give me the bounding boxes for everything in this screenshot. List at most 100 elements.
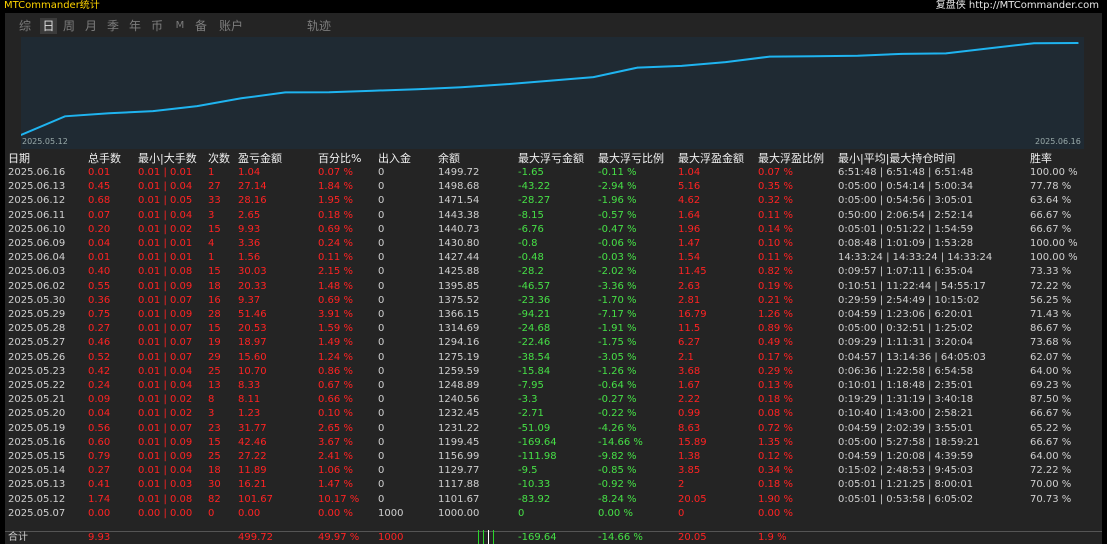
table-row[interactable]: 2025.05.13 0.41 0.01 | 0.03 30 16.21 1.47 % 0 1… [5, 478, 1102, 492]
cell-min-max-lots: 0.01 | 0.04 [138, 365, 193, 377]
col-header-hold-time[interactable]: 最小|平均|最大持仓时间 [838, 152, 955, 166]
total-max-float-profit-pct: 1.9 % [758, 532, 787, 543]
table-row[interactable]: 2025.05.15 0.79 0.01 | 0.09 25 27.22 2.41 % 0 1… [5, 450, 1102, 464]
table-row[interactable]: 2025.05.07 0.00 0.00 | 0.00 0 0.00 0.00 % 1000… [5, 507, 1102, 521]
table-row[interactable]: 2025.05.19 0.56 0.01 | 0.07 23 31.77 2.65 % 0 1… [5, 422, 1102, 436]
cell-max-float-profit-pct: 0.11 % [758, 209, 793, 221]
col-header-pnl[interactable]: 盈亏金额 [238, 152, 282, 166]
table-row[interactable]: 2025.05.14 0.27 0.01 | 0.04 18 11.89 1.06 % 0 1… [5, 464, 1102, 478]
table-row[interactable]: 2025.05.30 0.36 0.01 | 0.07 16 9.37 0.69 % 0 13… [5, 294, 1102, 308]
col-header-win-rate[interactable]: 胜率 [1030, 152, 1052, 166]
cell-max-float-profit-pct: 0.17 % [758, 351, 793, 363]
tab-month[interactable]: 月 [84, 18, 98, 34]
cell-deposit: 0 [378, 195, 385, 207]
table-row[interactable]: 2025.05.28 0.27 0.01 | 0.07 15 20.53 1.59 % 0 1… [5, 322, 1102, 336]
cell-max-float-loss-pct: -1.75 % [598, 337, 637, 349]
tab-trace[interactable]: 轨迹 [306, 18, 332, 34]
cell-min-max-lots: 0.01 | 0.09 [138, 280, 193, 292]
tab-day[interactable]: 日 [40, 18, 57, 34]
table-row[interactable]: 2025.05.12 1.74 0.01 | 0.08 82 101.67 10.17 %… [5, 493, 1102, 507]
cell-pnl: 28.16 [238, 195, 267, 207]
table-row[interactable]: 2025.06.16 0.01 0.01 | 0.01 1 1.04 0.07 % 0 149… [5, 166, 1102, 180]
table-row[interactable]: 2025.06.04 0.01 0.01 | 0.01 1 1.56 0.11 % 0 142… [5, 251, 1102, 265]
cell-count: 18 [208, 280, 221, 292]
cell-max-float-profit: 3.68 [678, 365, 701, 377]
tab-week[interactable]: 周 [62, 18, 76, 34]
cell-win-rate: 63.64 % [1030, 195, 1072, 207]
cell-max-float-loss: -169.64 [518, 436, 557, 448]
cell-hold-time: 0:10:51 | 11:22:44 | 54:55:17 [838, 280, 986, 292]
table-row[interactable]: 2025.05.29 0.75 0.01 | 0.09 28 51.46 3.91 % 0 1… [5, 308, 1102, 322]
cell-hold-time: 0:04:59 | 2:02:39 | 3:55:01 [838, 422, 974, 434]
tab-account[interactable]: 账户 [218, 18, 244, 34]
cell-pct: 3.67 % [318, 436, 353, 448]
table-row[interactable]: 2025.05.27 0.46 0.01 | 0.07 19 18.97 1.49 % 0 1… [5, 336, 1102, 350]
table-row[interactable]: 2025.06.03 0.40 0.01 | 0.08 15 30.03 2.15 % 0 1… [5, 265, 1102, 279]
tab-overview[interactable]: 综 [18, 18, 32, 34]
cell-count: 1 [208, 167, 215, 178]
cell-max-float-loss: -83.92 [518, 493, 551, 505]
copyright-link[interactable]: 复盘侠 http://MTCommander.com [936, 0, 1099, 12]
cell-max-float-loss-pct: -1.70 % [598, 294, 637, 306]
table-row[interactable]: 2025.05.21 0.09 0.01 | 0.02 8 8.11 0.66 % 0 124… [5, 393, 1102, 407]
cell-win-rate: 66.67 % [1030, 209, 1072, 221]
cell-pnl: 101.67 [238, 493, 273, 505]
total-max-float-loss-pct: -14.66 % [598, 532, 643, 543]
cell-balance: 1471.54 [438, 195, 480, 207]
table-row[interactable]: 2025.06.10 0.20 0.01 | 0.02 15 9.93 0.69 % 0 14… [5, 223, 1102, 237]
table-row[interactable]: 2025.05.16 0.60 0.01 | 0.09 15 42.46 3.67 % 0 1… [5, 436, 1102, 450]
cell-count: 8 [208, 394, 215, 406]
cell-min-max-lots: 0.01 | 0.09 [138, 309, 193, 320]
cell-max-float-profit: 1.64 [678, 209, 701, 221]
col-header-max-float-loss[interactable]: 最大浮亏金额 [518, 152, 584, 166]
equity-point [416, 88, 419, 90]
col-header-count[interactable]: 次数 [208, 152, 230, 166]
cell-count: 29 [208, 351, 221, 363]
table-row[interactable]: 2025.05.23 0.42 0.01 | 0.04 25 10.70 0.86 % 0 1… [5, 365, 1102, 379]
cell-date: 2025.06.11 [8, 209, 66, 221]
cell-max-float-loss-pct: -2.94 % [598, 181, 637, 193]
cell-total-lots: 0.42 [88, 365, 111, 377]
cell-date: 2025.05.15 [8, 451, 66, 462]
col-header-balance[interactable]: 余额 [438, 152, 460, 166]
cell-max-float-profit-pct: 0.82 % [758, 266, 793, 278]
col-header-pct[interactable]: 百分比% [318, 152, 361, 166]
tab-magic[interactable]: M [174, 18, 186, 34]
cell-hold-time: 0:29:59 | 2:54:49 | 10:15:02 [838, 294, 980, 306]
tab-year[interactable]: 年 [128, 18, 142, 34]
cell-pnl: 27.22 [238, 451, 267, 462]
cell-max-float-profit: 4.62 [678, 195, 701, 207]
cell-max-float-loss-pct: -0.22 % [598, 408, 637, 420]
table-row[interactable]: 2025.06.02 0.55 0.01 | 0.09 18 20.33 1.48 % 0 1… [5, 280, 1102, 294]
table-row[interactable]: 2025.06.12 0.68 0.01 | 0.05 33 28.16 1.95 % 0 1… [5, 194, 1102, 208]
cell-date: 2025.05.16 [8, 436, 66, 448]
table-row[interactable]: 2025.06.09 0.04 0.01 | 0.01 4 3.36 0.24 % 0 143… [5, 237, 1102, 251]
table-row[interactable]: 2025.05.26 0.52 0.01 | 0.07 29 15.60 1.24 % 0 1… [5, 351, 1102, 365]
cell-max-float-loss: -43.22 [518, 181, 551, 193]
table-row[interactable]: 2025.06.13 0.45 0.01 | 0.04 27 27.14 1.84 % 0 1… [5, 180, 1102, 194]
cell-min-max-lots: 0.01 | 0.01 [138, 252, 193, 264]
cell-max-float-loss: -46.57 [518, 280, 551, 292]
table-row[interactable]: 2025.06.11 0.07 0.01 | 0.04 3 2.65 0.18 % 0 144… [5, 209, 1102, 223]
cell-date: 2025.05.23 [8, 365, 66, 377]
table-row[interactable]: 2025.05.22 0.24 0.01 | 0.04 13 8.33 0.67 % 0 12… [5, 379, 1102, 393]
col-header-deposit[interactable]: 出入金 [378, 152, 411, 166]
col-header-total-lots[interactable]: 总手数 [88, 152, 121, 166]
cell-pnl: 11.89 [238, 465, 267, 477]
col-header-min-max-lots[interactable]: 最小|大手数 [138, 152, 197, 166]
col-header-max-float-profit[interactable]: 最大浮盈金额 [678, 152, 744, 166]
cell-date: 2025.05.27 [8, 337, 66, 349]
cell-pnl: 1.04 [238, 167, 261, 178]
chart-end-date: 2025.06.16 [1035, 137, 1081, 146]
tab-note[interactable]: 备 [194, 18, 208, 34]
tab-quarter[interactable]: 季 [106, 18, 120, 34]
cell-date: 2025.06.02 [8, 280, 66, 292]
col-header-max-float-loss-pct[interactable]: 最大浮亏比例 [598, 152, 664, 166]
table-row[interactable]: 2025.05.20 0.04 0.01 | 0.02 3 1.23 0.10 % 0 123… [5, 407, 1102, 421]
cell-pct: 0.69 % [318, 294, 353, 306]
col-header-max-float-profit-pct[interactable]: 最大浮盈比例 [758, 152, 824, 166]
equity-point [372, 89, 375, 92]
cell-count: 82 [208, 493, 221, 505]
col-header-date[interactable]: 日期 [8, 152, 30, 166]
tab-symbol[interactable]: 币 [150, 18, 164, 34]
